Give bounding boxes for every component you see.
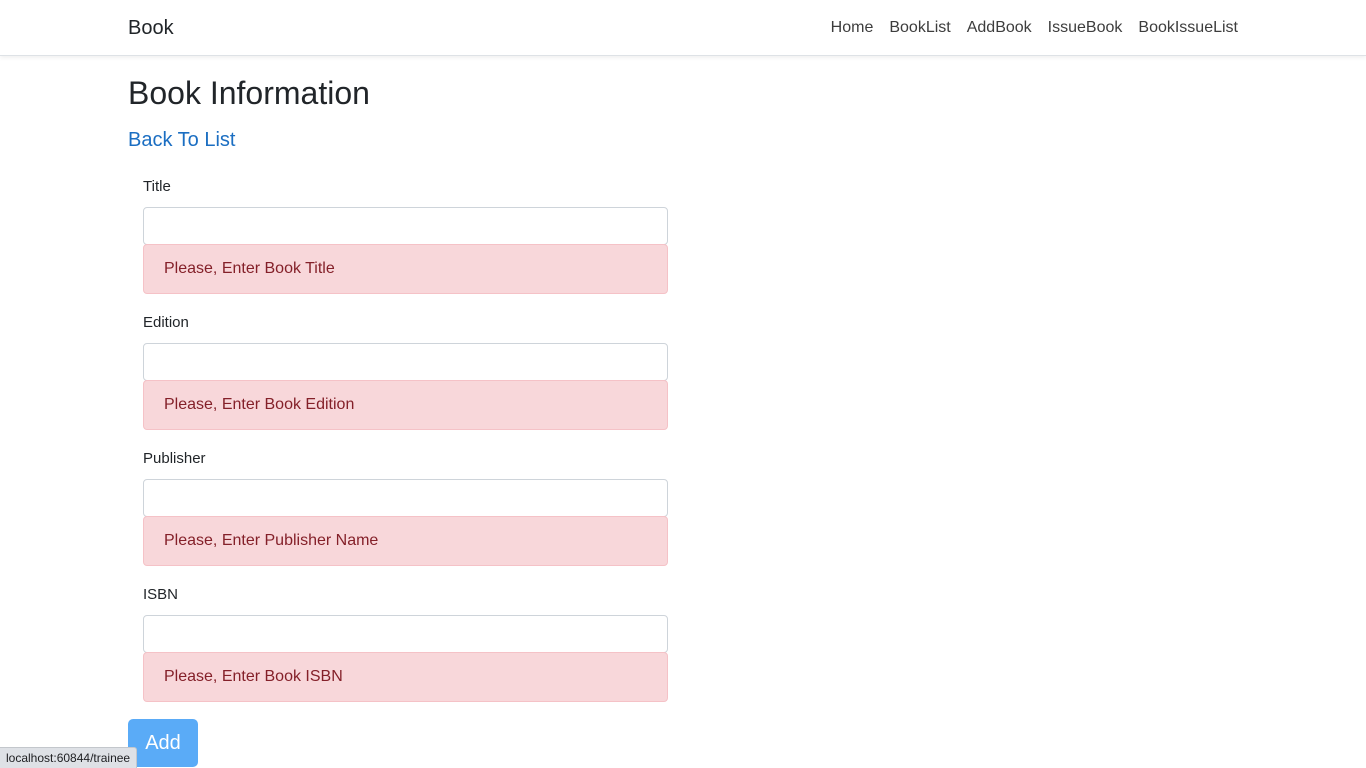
nav-link-addbook[interactable]: AddBook [967,18,1032,38]
back-to-list-link[interactable]: Back To List [128,126,235,154]
nav-links: Home BookList AddBook IssueBook BookIssu… [831,18,1238,38]
status-bar-url: localhost:60844/trainee [0,747,138,768]
edition-input[interactable] [143,343,668,381]
nav-link-issuebook[interactable]: IssueBook [1048,18,1123,38]
title-error-alert: Please, Enter Book Title [143,244,668,294]
isbn-label: ISBN [143,586,179,603]
nav-link-booklist[interactable]: BookList [889,18,950,38]
title-field-group: Title Please, Enter Book Title [143,177,668,294]
edition-label: Edition [143,314,189,331]
title-label: Title [143,178,171,195]
title-input[interactable] [143,207,668,245]
nav-link-home[interactable]: Home [831,18,874,38]
brand-link[interactable]: Book [128,16,174,40]
publisher-input[interactable] [143,479,668,517]
add-button[interactable]: Add [128,719,198,767]
isbn-error-alert: Please, Enter Book ISBN [143,652,668,702]
publisher-field-group: Publisher Please, Enter Publisher Name [143,449,668,566]
isbn-field-group: ISBN Please, Enter Book ISBN [143,585,668,702]
isbn-input[interactable] [143,615,668,653]
top-navbar: Book Home BookList AddBook IssueBook Boo… [0,0,1366,56]
edition-error-alert: Please, Enter Book Edition [143,380,668,430]
page-title: Book Information [128,75,370,111]
edition-field-group: Edition Please, Enter Book Edition [143,313,668,430]
publisher-error-alert: Please, Enter Publisher Name [143,516,668,566]
nav-link-bookissuelist[interactable]: BookIssueList [1138,18,1238,38]
publisher-label: Publisher [143,450,206,467]
